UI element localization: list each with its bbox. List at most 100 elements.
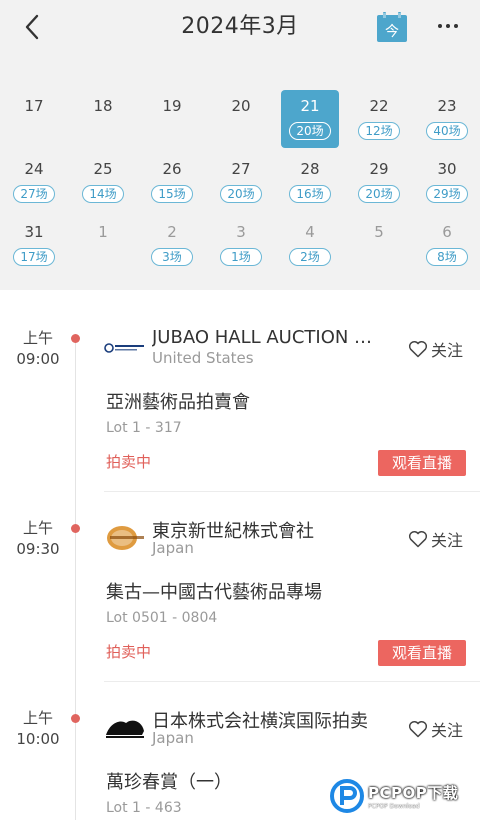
calendar-day[interactable]: 18 <box>74 90 132 148</box>
watch-live-button[interactable]: 观看直播 <box>378 640 466 666</box>
timeline-dot <box>71 524 80 533</box>
pcpop-logo-icon <box>330 779 364 813</box>
day-number: 19 <box>162 97 182 115</box>
calendar-day[interactable]: 28 16场 <box>281 153 339 211</box>
calendar-day[interactable]: 24 27场 <box>5 153 63 211</box>
follow-label: 关注 <box>431 721 464 740</box>
calendar-day[interactable]: 23 40场 <box>418 90 476 148</box>
divider <box>104 681 480 682</box>
session-count-badge: 1场 <box>220 248 262 266</box>
watermark-subtext: PCPOP Download <box>368 803 420 810</box>
lot-range: Lot 0501 - 0804 <box>106 610 218 626</box>
session-count-badge: 14场 <box>82 185 124 203</box>
back-button[interactable] <box>18 12 46 42</box>
auction-list: 上午 09:00 JUBAO HALL AUCTION … United Sta… <box>0 302 480 820</box>
sale-title: 集古—中國古代藝術品專場 <box>106 582 322 603</box>
month-title: 2024年3月 <box>181 14 299 39</box>
session-count-badge: 40场 <box>426 122 468 140</box>
day-number: 18 <box>93 97 113 115</box>
calendar-day-next-month[interactable]: 5 <box>350 216 408 274</box>
time-period: 上午 <box>22 329 53 347</box>
dot-icon <box>454 24 458 28</box>
calendar-day-next-month[interactable]: 3 1场 <box>212 216 270 274</box>
chevron-left-icon <box>25 14 39 40</box>
day-number: 4 <box>305 223 315 241</box>
time-value: 09:30 <box>16 540 60 558</box>
calendar-day[interactable]: 30 29场 <box>418 153 476 211</box>
session-count-badge: 20场 <box>220 185 262 203</box>
day-number: 25 <box>93 160 113 178</box>
lot-range: Lot 1 - 317 <box>106 420 182 436</box>
time-value: 10:00 <box>16 730 60 748</box>
heart-icon <box>408 721 428 738</box>
calendar-day-next-month[interactable]: 4 2场 <box>281 216 339 274</box>
top-bar: 2024年3月 今 <box>0 0 480 56</box>
day-number: 28 <box>300 160 320 178</box>
today-button[interactable]: 今 <box>376 11 408 43</box>
session-count-badge: 16场 <box>289 185 331 203</box>
calendar-day[interactable]: 19 <box>143 90 201 148</box>
auction-country: Japan <box>152 729 194 747</box>
day-number: 31 <box>24 223 44 241</box>
watermark: PCPOP下载 PCPOP Download <box>330 772 480 820</box>
day-number: 22 <box>369 97 389 115</box>
watermark-text: PCPOP下载 <box>368 784 459 802</box>
timeline-dot <box>71 334 80 343</box>
session-count-badge: 8场 <box>426 248 468 266</box>
session-count-badge: 15场 <box>151 185 193 203</box>
divider <box>104 491 480 492</box>
dot-icon <box>438 24 442 28</box>
session-count-badge: 12场 <box>358 122 400 140</box>
calendar-day[interactable]: 26 15场 <box>143 153 201 211</box>
calendar-day[interactable]: 25 14场 <box>74 153 132 211</box>
follow-button[interactable]: 关注 <box>408 527 463 551</box>
calendar-day[interactable]: 17 <box>5 90 63 148</box>
day-number: 1 <box>98 223 108 241</box>
follow-button[interactable]: 关注 <box>408 337 463 361</box>
calendar-day[interactable]: 27 20场 <box>212 153 270 211</box>
sale-title: 萬珍春賞（一） <box>106 772 232 793</box>
auction-house-logo <box>104 714 146 742</box>
auction-house-name: JUBAO HALL AUCTION … <box>152 327 373 348</box>
calendar-day[interactable]: 31 17场 <box>5 216 63 274</box>
heart-icon <box>408 531 428 548</box>
auction-country: United States <box>152 349 254 367</box>
session-count-badge: 3场 <box>151 248 193 266</box>
calendar-day-next-month[interactable]: 1 <box>74 216 132 274</box>
day-number: 24 <box>24 160 44 178</box>
sale-title: 亞洲藝術品拍賣會 <box>106 392 250 413</box>
calendar-today-icon: 今 <box>377 12 407 42</box>
auction-status: 拍卖中 <box>106 453 152 471</box>
time-period: 上午 <box>22 519 53 537</box>
follow-button[interactable]: 关注 <box>408 717 463 741</box>
day-number: 5 <box>374 223 384 241</box>
auction-country: Japan <box>152 539 194 557</box>
timeline-dot <box>71 714 80 723</box>
day-number: 2 <box>167 223 177 241</box>
calendar-day-next-month[interactable]: 2 3场 <box>143 216 201 274</box>
calendar-day[interactable]: 20 <box>212 90 270 148</box>
day-number: 26 <box>162 160 182 178</box>
session-count-badge: 20场 <box>289 122 331 140</box>
day-number: 6 <box>442 223 452 241</box>
day-number: 3 <box>236 223 246 241</box>
calendar-day[interactable]: 22 12场 <box>350 90 408 148</box>
day-number: 23 <box>437 97 457 115</box>
auction-house-logo <box>104 334 146 362</box>
calendar-day-next-month[interactable]: 6 8场 <box>418 216 476 274</box>
auction-status: 拍卖中 <box>106 643 152 661</box>
follow-label: 关注 <box>431 531 464 550</box>
calendar-day-selected[interactable]: 21 20场 <box>281 90 339 148</box>
follow-label: 关注 <box>431 341 464 360</box>
dot-icon <box>446 24 450 28</box>
calendar-grid: 17 18 19 20 21 20场 22 12场 23 40场 24 27场 25 14… <box>0 56 480 290</box>
more-options-button[interactable] <box>430 14 466 38</box>
session-count-badge: 29场 <box>426 185 468 203</box>
day-number: 29 <box>369 160 389 178</box>
auction-house-logo <box>104 524 146 552</box>
day-number: 30 <box>437 160 457 178</box>
watch-live-button[interactable]: 观看直播 <box>378 450 466 476</box>
calendar-day[interactable]: 29 20场 <box>350 153 408 211</box>
session-count-badge: 20场 <box>358 185 400 203</box>
time-period: 上午 <box>22 709 53 727</box>
